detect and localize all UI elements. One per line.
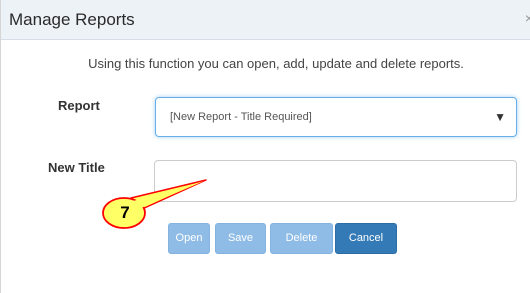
report-label: Report bbox=[58, 98, 100, 113]
dialog-description: Using this function you can open, add, u… bbox=[88, 56, 464, 71]
chevron-down-icon[interactable]: ▼ bbox=[494, 110, 506, 124]
close-icon[interactable]: × bbox=[525, 10, 530, 26]
delete-button[interactable]: Delete bbox=[270, 223, 333, 254]
new-title-input[interactable] bbox=[154, 160, 517, 202]
dialog-title: Manage Reports bbox=[9, 10, 135, 29]
new-title-label: New Title bbox=[48, 160, 105, 175]
cancel-button[interactable]: Cancel bbox=[335, 223, 397, 254]
manage-reports-dialog: Manage Reports × Using this function you… bbox=[0, 0, 530, 293]
save-button[interactable]: Save bbox=[215, 223, 266, 254]
callout-number: 7 bbox=[120, 203, 130, 222]
report-select[interactable]: [New Report - Title Required] ▼ bbox=[155, 97, 517, 137]
dialog-titlebar: Manage Reports × bbox=[1, 0, 530, 40]
report-select-value: [New Report - Title Required] bbox=[170, 111, 312, 123]
open-button[interactable]: Open bbox=[168, 223, 210, 254]
